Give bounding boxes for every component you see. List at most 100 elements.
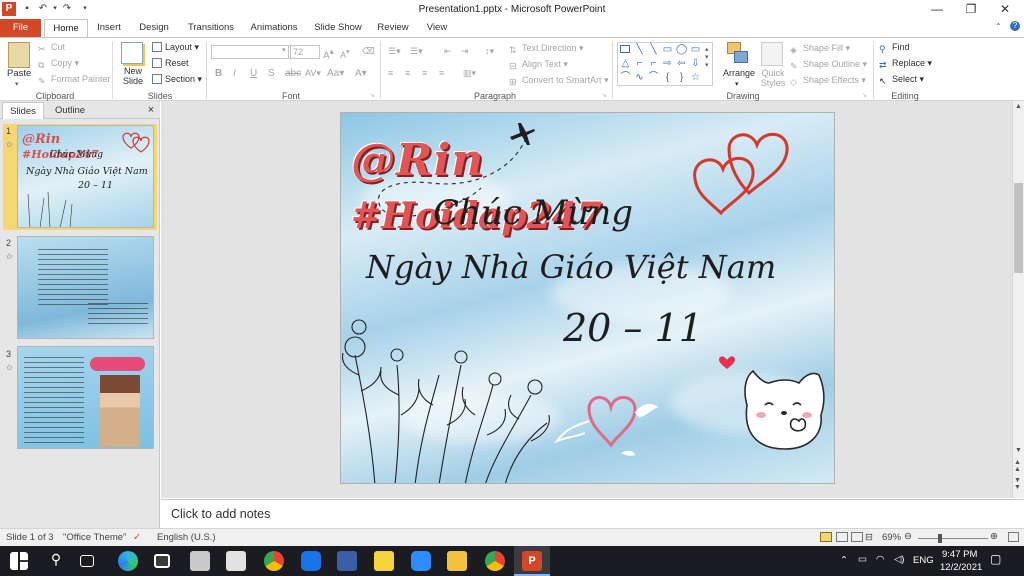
increase-indent-icon[interactable]: ⇥: [461, 46, 469, 57]
arrow-down-shape-icon[interactable]: ⇩: [690, 58, 701, 69]
clock-time[interactable]: 9:47 PM: [942, 549, 977, 560]
triangle-shape-icon[interactable]: △: [620, 58, 631, 69]
language-indicator[interactable]: English (U.S.): [157, 532, 216, 543]
network-icon[interactable]: ▭: [858, 554, 867, 565]
handle-wordart[interactable]: @Rin: [351, 135, 484, 186]
columns-icon[interactable]: ▥▾: [463, 68, 476, 79]
italic-icon[interactable]: I: [233, 68, 236, 79]
arc-shape-icon[interactable]: ⌒: [620, 72, 631, 83]
bold-icon[interactable]: B: [215, 68, 222, 79]
paste-dropdown-icon[interactable]: ▾: [15, 79, 19, 90]
windows-start-icon[interactable]: [10, 552, 28, 570]
arrow-left-shape-icon[interactable]: ⇦: [676, 58, 687, 69]
reset-button[interactable]: Reset: [152, 58, 189, 69]
sticky-notes-icon[interactable]: [374, 551, 394, 571]
align-left-icon[interactable]: ≡: [388, 68, 393, 79]
notes-pane[interactable]: Click to add notes: [161, 499, 1024, 528]
rounded-rectangle-shape-icon[interactable]: ▭: [690, 44, 701, 55]
select-button[interactable]: ↖ Select ▾: [879, 74, 924, 86]
layout-button[interactable]: Layout ▾: [152, 42, 199, 53]
underline-icon[interactable]: U: [250, 68, 257, 79]
zoom-slider-track[interactable]: [918, 538, 988, 539]
notifications-icon[interactable]: ▢: [990, 552, 1001, 566]
copy-button[interactable]: ⧉ Copy ▾: [38, 58, 79, 70]
star-shape-icon[interactable]: ☆: [690, 72, 701, 83]
arrow-right-shape-icon[interactable]: ⇨: [662, 58, 673, 69]
spelling-check-icon[interactable]: ✓: [133, 532, 141, 543]
tab-transitions[interactable]: Transitions: [183, 19, 239, 37]
curve-shape-icon[interactable]: ⌒: [648, 72, 659, 83]
shape-effects-button[interactable]: ◇ Shape Effects ▾: [790, 75, 866, 87]
replace-button[interactable]: ⇄ Replace ▾: [879, 58, 932, 70]
shrink-font-icon[interactable]: A▾: [340, 46, 350, 61]
next-slide-icon[interactable]: ▼ ▼: [1014, 477, 1021, 491]
zoom-in-icon[interactable]: ⊕: [990, 531, 998, 542]
clock-date[interactable]: 12/2/2021: [940, 562, 982, 573]
app-icon[interactable]: [190, 551, 210, 571]
tab-animations[interactable]: Animations: [246, 19, 302, 37]
section-button[interactable]: Section ▾: [152, 74, 202, 85]
font-name-dropdown-icon[interactable]: ▾: [282, 46, 286, 54]
tab-insert[interactable]: Insert: [90, 19, 128, 37]
font-size-box[interactable]: 72: [290, 45, 320, 59]
tab-view[interactable]: View: [420, 19, 454, 37]
shapes-gallery[interactable]: ╲ ╲ ▭ ◯ ▭ △ ⌐ ⌐ ⇨ ⇦ ⇩ ⌒ ∿ ⌒ { } ☆ ▴ ▾ ▾: [617, 42, 713, 86]
tab-file[interactable]: File: [0, 19, 41, 37]
powerpoint-icon[interactable]: P: [522, 551, 542, 571]
connector-shape-icon[interactable]: ⌐: [634, 58, 645, 69]
numbering-icon[interactable]: ☰▾: [410, 46, 423, 57]
normal-view-icon[interactable]: [820, 532, 832, 542]
text-direction-button[interactable]: ⇅ Text Direction ▾: [509, 43, 584, 55]
tab-review[interactable]: Review: [374, 19, 412, 37]
line-shape-icon[interactable]: ╲: [634, 44, 645, 55]
zoom-out-icon[interactable]: ⊖: [904, 531, 912, 542]
tab-home[interactable]: Home: [44, 19, 88, 38]
volume-icon[interactable]: ◁): [894, 554, 904, 565]
textbox-shape-icon[interactable]: [620, 45, 630, 53]
find-button[interactable]: ⚲ Find: [879, 42, 910, 54]
chrome-icon[interactable]: [485, 551, 505, 571]
strikethrough-icon[interactable]: abc: [285, 68, 301, 79]
rectangle-shape-icon[interactable]: ▭: [662, 44, 673, 55]
theme-name[interactable]: "Office Theme": [63, 532, 126, 543]
zoom-level[interactable]: 69%: [882, 532, 901, 543]
arrange-button[interactable]: Arrange: [723, 68, 755, 79]
align-right-icon[interactable]: ≡: [422, 68, 427, 79]
gallery-more-icon[interactable]: ▴ ▾ ▾: [705, 45, 709, 69]
format-painter-button[interactable]: ✎ Format Painter: [38, 74, 111, 86]
slide-thumbnail-2[interactable]: [17, 236, 154, 339]
zalo-icon[interactable]: [301, 551, 321, 571]
shadow-icon[interactable]: S: [268, 68, 275, 79]
line-shape-icon[interactable]: ╲: [648, 44, 659, 55]
align-center-icon[interactable]: ≡: [405, 68, 410, 79]
quick-styles-icon[interactable]: [761, 42, 783, 66]
reading-view-icon[interactable]: [851, 532, 863, 542]
grow-font-icon[interactable]: A▴: [323, 46, 334, 61]
quick-styles-button[interactable]: Quick Styles: [760, 68, 786, 88]
slide-show-view-icon[interactable]: ⊟: [865, 532, 873, 543]
greeting-text[interactable]: Chúc Mừng: [433, 193, 633, 233]
align-text-button[interactable]: ⊟ Align Text ▾: [509, 59, 568, 71]
notes-placeholder[interactable]: Click to add notes: [171, 507, 270, 521]
minimize-button[interactable]: —: [920, 0, 954, 19]
curve-shape-icon[interactable]: ∿: [634, 72, 645, 83]
app-icon[interactable]: [337, 551, 357, 571]
arrange-icon[interactable]: [727, 42, 749, 66]
clear-formatting-icon[interactable]: ⌫: [362, 46, 375, 57]
font-name-box[interactable]: [211, 45, 289, 59]
brace-shape-icon[interactable]: }: [676, 72, 687, 83]
help-icon[interactable]: ?: [1010, 21, 1020, 31]
new-slide-icon[interactable]: [121, 42, 143, 64]
brace-shape-icon[interactable]: {: [662, 72, 673, 83]
chrome-icon[interactable]: [264, 551, 284, 571]
scroll-up-icon[interactable]: ▲: [1015, 103, 1022, 110]
wifi-icon[interactable]: ◠: [876, 554, 884, 565]
show-hidden-icons-icon[interactable]: ⌃: [840, 555, 848, 566]
store-icon[interactable]: [154, 554, 170, 568]
arrange-dropdown-icon[interactable]: ▾: [735, 79, 739, 90]
slide-thumbnail-1[interactable]: @Rin #Hoidap247 Chúc Mừng Ngày Nhà Giáo …: [17, 125, 154, 228]
scroll-down-icon[interactable]: ▼: [1015, 447, 1022, 454]
edge-browser-icon[interactable]: [118, 551, 138, 571]
bullets-icon[interactable]: ☰▾: [388, 46, 401, 57]
tab-outline[interactable]: Outline: [48, 102, 92, 119]
